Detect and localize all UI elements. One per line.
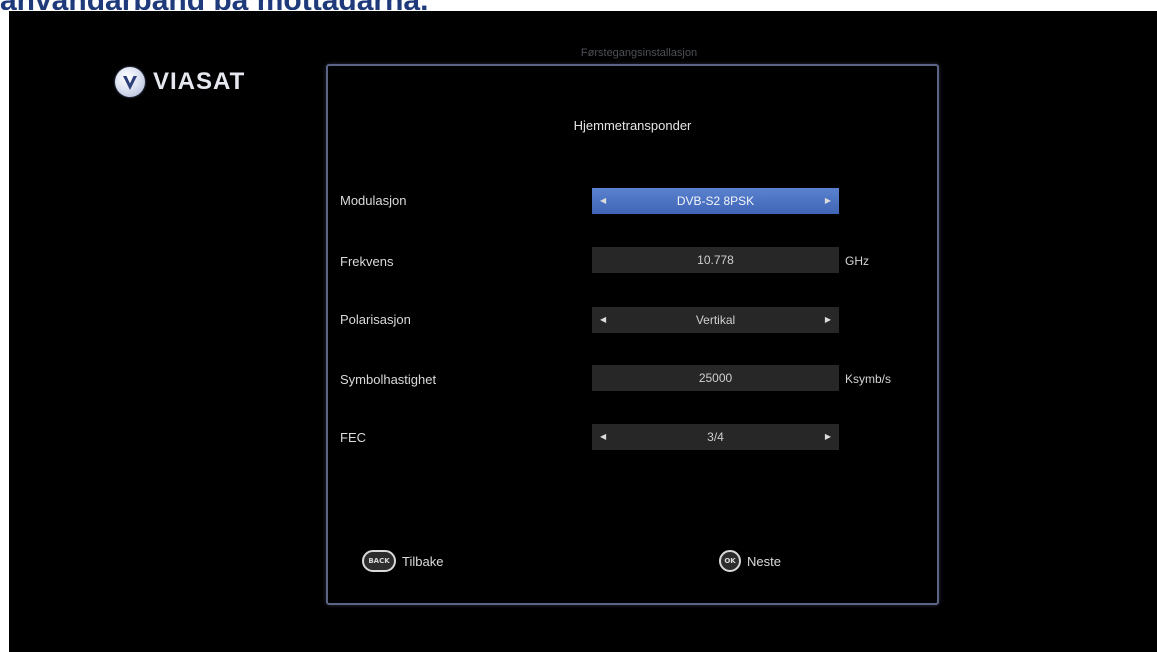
arrow-left-icon[interactable]: ◀ — [600, 197, 606, 205]
next-button-label: Neste — [747, 553, 781, 569]
arrow-left-icon[interactable]: ◀ — [600, 316, 606, 324]
arrow-right-icon[interactable]: ▶ — [825, 433, 831, 441]
arrow-left-icon[interactable]: ◀ — [600, 433, 606, 441]
dialog-title: Hjemmetransponder — [573, 118, 692, 133]
transponder-dialog: Hjemmetransponder Modulasjon ◀ DVB-S2 8P… — [326, 64, 939, 605]
polarization-selector[interactable]: ◀ Vertikal ▶ — [592, 307, 839, 333]
row-label-polarisasjon: Polarisasjon — [340, 312, 411, 327]
back-key-icon: BACK — [362, 550, 396, 572]
row-label-symbolhastighet: Symbolhastighet — [340, 372, 437, 387]
viasat-v-logo-icon — [115, 67, 145, 97]
row-label-frekvens: Frekvens — [340, 254, 394, 269]
frequency-unit: GHz — [845, 254, 869, 268]
fec-selector[interactable]: ◀ 3/4 ▶ — [592, 424, 839, 450]
modulation-selector[interactable]: ◀ DVB-S2 8PSK ▶ — [592, 188, 839, 214]
viasat-logo: VIASAT — [115, 67, 245, 97]
symbol-rate-input[interactable]: 25000 — [592, 365, 839, 391]
ok-key-icon: OK — [719, 550, 741, 572]
frequency-value: 10.778 — [697, 253, 734, 267]
arrow-right-icon[interactable]: ▶ — [825, 197, 831, 205]
tv-screen: VIASAT Førstegangsinstallasjon Hjemmetra… — [9, 11, 1157, 652]
modulation-value: DVB-S2 8PSK — [676, 194, 755, 208]
row-label-modulasjon: Modulasjon — [340, 193, 407, 208]
next-button[interactable]: OK Neste — [719, 550, 781, 572]
symbol-rate-unit: Ksymb/s — [845, 372, 892, 386]
polarization-value: Vertikal — [695, 313, 736, 327]
page-heading: användarband på mottagarna. — [0, 0, 1157, 10]
back-button-label: Tilbake — [402, 553, 444, 569]
row-label-fec: FEC — [340, 430, 366, 445]
frequency-input[interactable]: 10.778 — [592, 247, 839, 273]
fec-value: 3/4 — [707, 430, 724, 444]
symbol-rate-value: 25000 — [698, 371, 733, 385]
back-button[interactable]: BACK Tilbake — [362, 550, 443, 572]
arrow-right-icon[interactable]: ▶ — [825, 316, 831, 324]
screen-title: Førstegangsinstallasjon — [580, 47, 698, 59]
logo-brand-text: VIASAT — [153, 68, 246, 95]
